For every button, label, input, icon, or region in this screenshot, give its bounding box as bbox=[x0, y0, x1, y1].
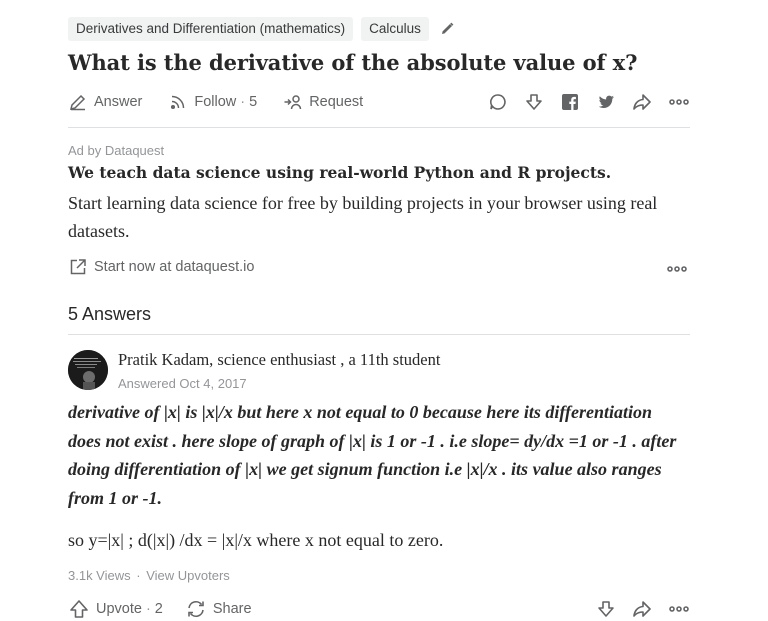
ad-body[interactable]: Start learning data science for free by … bbox=[68, 189, 678, 245]
ad-more-icon[interactable] bbox=[666, 262, 688, 280]
divider bbox=[68, 334, 690, 335]
answer-action-bar: Upvote · 2 Share bbox=[68, 597, 690, 621]
reshare-icon bbox=[188, 600, 204, 618]
answer-icon bbox=[69, 94, 86, 111]
external-link-icon bbox=[70, 259, 86, 275]
share-icon[interactable] bbox=[632, 599, 652, 619]
pencil-icon[interactable] bbox=[439, 21, 455, 37]
more-icon[interactable] bbox=[668, 599, 690, 619]
request-label: Request bbox=[309, 94, 364, 110]
topic-tag-derivatives[interactable]: Derivatives and Differentiation (mathema… bbox=[68, 17, 354, 41]
share-icon[interactable] bbox=[632, 92, 652, 112]
upvote-icon bbox=[70, 600, 88, 618]
ad-headline[interactable]: We teach data science using real-world P… bbox=[68, 163, 611, 182]
upvote-count: 2 bbox=[154, 601, 163, 617]
answers-count: 5 Answers bbox=[68, 304, 152, 324]
upvote-label: Upvote bbox=[96, 601, 142, 617]
answer-right-icons bbox=[580, 599, 690, 619]
answer-body-bold: derivative of |x| is |x|/x but here x no… bbox=[68, 402, 677, 508]
downvote-icon[interactable] bbox=[596, 599, 616, 619]
view-upvoters-link[interactable]: View Upvoters bbox=[146, 568, 230, 583]
share-label: Share bbox=[212, 601, 252, 617]
answer-date[interactable]: Answered Oct 4, 2017 bbox=[118, 376, 247, 391]
answer-stats: 3.1k Views · View Upvoters bbox=[68, 568, 230, 583]
follow-button[interactable]: Follow · 5 bbox=[168, 92, 257, 112]
more-icon[interactable] bbox=[668, 92, 690, 112]
topic-tag-calculus[interactable]: Calculus bbox=[361, 17, 429, 41]
answer-body-plain: so y=|x| ; d(|x|) /dx = |x|/x where x no… bbox=[68, 530, 444, 550]
avatar[interactable] bbox=[68, 350, 108, 390]
answer-author[interactable]: Pratik Kadam, science enthusiast , a 11t… bbox=[118, 350, 440, 370]
ad-link-text: Start now at dataquest.io bbox=[94, 259, 255, 275]
reshare-button[interactable]: Share bbox=[185, 599, 252, 619]
facebook-icon[interactable] bbox=[560, 92, 580, 112]
follow-icon bbox=[171, 95, 185, 110]
view-count: 3.1k Views bbox=[68, 568, 131, 583]
ad-link[interactable]: Start now at dataquest.io bbox=[68, 257, 254, 277]
upvote-button[interactable]: Upvote · 2 bbox=[68, 599, 163, 619]
answer-label: Answer bbox=[94, 94, 143, 110]
question-share-icons bbox=[472, 92, 690, 112]
comment-icon[interactable] bbox=[488, 92, 508, 112]
question-action-bar: Answer Follow · 5 Request bbox=[68, 89, 690, 115]
divider bbox=[68, 127, 690, 128]
topic-list: Derivatives and Differentiation (mathema… bbox=[68, 17, 455, 41]
ad-label: Ad by Dataquest bbox=[68, 143, 165, 158]
twitter-icon[interactable] bbox=[596, 92, 616, 112]
question-title[interactable]: What is the derivative of the absolute v… bbox=[68, 48, 637, 78]
follow-count: 5 bbox=[249, 94, 258, 110]
downvote-icon[interactable] bbox=[524, 92, 544, 112]
answer-button[interactable]: Answer bbox=[68, 92, 142, 112]
request-button[interactable]: Request bbox=[283, 92, 363, 112]
request-icon bbox=[284, 95, 302, 110]
follow-label: Follow bbox=[194, 94, 237, 110]
